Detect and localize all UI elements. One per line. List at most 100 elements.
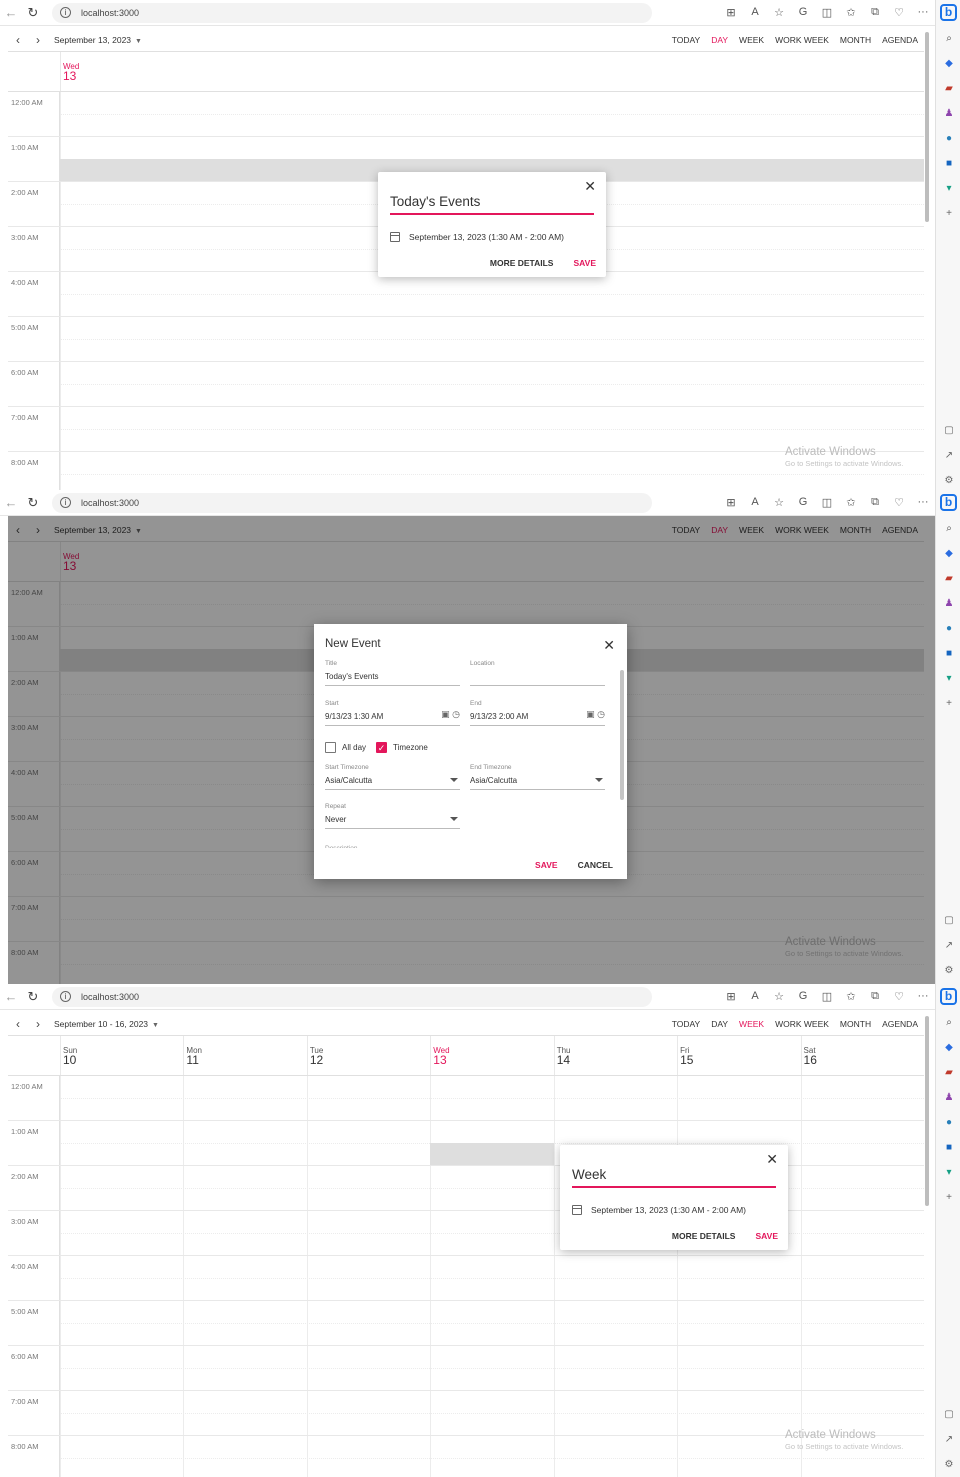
- time-cell[interactable]: [183, 1391, 306, 1435]
- time-cell[interactable]: [553, 1076, 677, 1120]
- favorite-star-icon[interactable]: ☆: [767, 6, 791, 19]
- bing-icon[interactable]: b: [940, 988, 957, 1005]
- sidebar-layout-icon[interactable]: ▢: [943, 915, 955, 927]
- day-header-cell[interactable]: Wed 13: [430, 1036, 553, 1075]
- time-cell[interactable]: [60, 317, 924, 361]
- close-icon[interactable]: ✕: [603, 637, 615, 654]
- read-aloud-icon[interactable]: A: [743, 496, 767, 509]
- save-button[interactable]: SAVE: [573, 258, 596, 268]
- prev-arrow-icon[interactable]: ‹: [8, 1017, 28, 1031]
- end-timezone-dropdown[interactable]: End Timezone Asia/Calcutta: [470, 764, 605, 790]
- day-header-cell[interactable]: Sat 16: [800, 1036, 924, 1075]
- time-cell[interactable]: [183, 1211, 306, 1255]
- time-cell[interactable]: [60, 1391, 183, 1435]
- view-today[interactable]: TODAY: [672, 35, 701, 45]
- time-cell[interactable]: [800, 1256, 924, 1300]
- tools-icon[interactable]: ▰: [943, 1067, 955, 1079]
- time-cell[interactable]: [306, 1346, 430, 1390]
- date-clock-icon[interactable]: ▣ ◷: [441, 709, 460, 720]
- time-cell[interactable]: [306, 1166, 430, 1210]
- address-bar[interactable]: i localhost:3000: [52, 2, 652, 23]
- info-icon[interactable]: i: [60, 497, 71, 508]
- time-cell[interactable]: [306, 1076, 430, 1120]
- end-datetime-field[interactable]: End 9/13/23 2:00 AM ▣ ◷: [470, 700, 605, 726]
- time-cell[interactable]: [553, 1346, 677, 1390]
- search-icon[interactable]: ⌕: [943, 33, 955, 45]
- checkmark-icon[interactable]: ✓: [376, 742, 387, 753]
- repeat-dropdown[interactable]: Repeat Never: [325, 803, 460, 829]
- refresh-g-icon[interactable]: G: [791, 6, 815, 19]
- info-icon[interactable]: i: [60, 7, 71, 18]
- view-agenda[interactable]: AGENDA: [882, 35, 918, 45]
- tools-icon[interactable]: ▰: [943, 573, 955, 585]
- time-cell[interactable]: [553, 1436, 677, 1477]
- date-clock-icon[interactable]: ▣ ◷: [586, 709, 605, 720]
- close-icon[interactable]: ✕: [584, 178, 596, 195]
- time-cell[interactable]: [553, 1391, 677, 1435]
- external-icon[interactable]: ↗: [943, 1434, 955, 1446]
- save-button[interactable]: SAVE: [755, 1231, 778, 1241]
- time-cell[interactable]: [60, 1211, 183, 1255]
- more-menu-icon[interactable]: ···: [911, 990, 935, 1003]
- time-cell[interactable]: [430, 1391, 553, 1435]
- games-icon[interactable]: ♟: [943, 598, 955, 610]
- day-header-cell[interactable]: Mon 11: [183, 1036, 306, 1075]
- sidebar-layout-icon[interactable]: ▢: [943, 1409, 955, 1421]
- refresh-g-icon[interactable]: G: [791, 990, 815, 1003]
- close-icon[interactable]: ✕: [766, 1151, 778, 1168]
- selected-timeslot[interactable]: [430, 1143, 554, 1165]
- view-day[interactable]: DAY: [711, 35, 728, 45]
- view-month[interactable]: MONTH: [840, 1019, 871, 1029]
- time-cell[interactable]: [553, 1301, 677, 1345]
- settings-icon[interactable]: ⚙: [943, 965, 955, 977]
- settings-icon[interactable]: ⚙: [943, 1459, 955, 1471]
- time-cell[interactable]: [800, 1121, 924, 1165]
- external-icon[interactable]: ↗: [943, 940, 955, 952]
- view-day[interactable]: DAY: [711, 1019, 728, 1029]
- time-cell[interactable]: [306, 1391, 430, 1435]
- time-cell[interactable]: [60, 1301, 183, 1345]
- shopping-icon[interactable]: ◆: [943, 1042, 955, 1054]
- add-icon[interactable]: +: [943, 208, 955, 220]
- time-cell[interactable]: [60, 1166, 183, 1210]
- time-cell[interactable]: [60, 272, 924, 316]
- time-cell[interactable]: [430, 1076, 553, 1120]
- drop-icon[interactable]: ▾: [943, 1167, 955, 1179]
- drop-icon[interactable]: ▾: [943, 673, 955, 685]
- favorites-icon[interactable]: ✩: [839, 6, 863, 19]
- time-cell[interactable]: [60, 92, 924, 136]
- time-cell[interactable]: [183, 1436, 306, 1477]
- refresh-icon[interactable]: ↻: [22, 495, 44, 511]
- date-range-picker[interactable]: September 10 - 16, 2023 ▼: [54, 1019, 159, 1029]
- add-icon[interactable]: +: [943, 1192, 955, 1204]
- games-icon[interactable]: ♟: [943, 108, 955, 120]
- day-header-cell[interactable]: Fri 15: [677, 1036, 800, 1075]
- prev-arrow-icon[interactable]: ‹: [8, 33, 28, 47]
- external-icon[interactable]: ↗: [943, 450, 955, 462]
- start-datetime-field[interactable]: Start 9/13/23 1:30 AM ▣ ◷: [325, 700, 460, 726]
- extensions-icon[interactable]: ♡: [887, 496, 911, 509]
- time-cell[interactable]: [306, 1211, 430, 1255]
- time-cell[interactable]: [183, 1346, 306, 1390]
- collections-icon[interactable]: ⧉: [863, 6, 887, 19]
- scheduler-scrollbar[interactable]: [923, 1012, 931, 1472]
- time-cell[interactable]: [430, 1211, 553, 1255]
- dialog-scrollbar[interactable]: [619, 660, 625, 845]
- time-cell[interactable]: [183, 1256, 306, 1300]
- office-icon[interactable]: ●: [943, 133, 955, 145]
- more-details-button[interactable]: MORE DETAILS: [490, 258, 554, 268]
- time-cell[interactable]: [677, 1076, 800, 1120]
- time-cell[interactable]: [60, 362, 924, 406]
- time-cell[interactable]: [800, 1346, 924, 1390]
- time-cell[interactable]: [800, 1301, 924, 1345]
- scheduler-scrollbar[interactable]: [923, 28, 931, 488]
- time-cell[interactable]: [60, 407, 924, 451]
- favorite-star-icon[interactable]: ☆: [767, 990, 791, 1003]
- sidebar-layout-icon[interactable]: ▢: [943, 425, 955, 437]
- search-icon[interactable]: ⌕: [943, 523, 955, 535]
- time-cell[interactable]: [430, 1436, 553, 1477]
- address-bar[interactable]: i localhost:3000: [52, 492, 652, 513]
- info-icon[interactable]: i: [60, 991, 71, 1002]
- settings-icon[interactable]: ⚙: [943, 475, 955, 487]
- split-screen-icon[interactable]: ◫: [815, 990, 839, 1003]
